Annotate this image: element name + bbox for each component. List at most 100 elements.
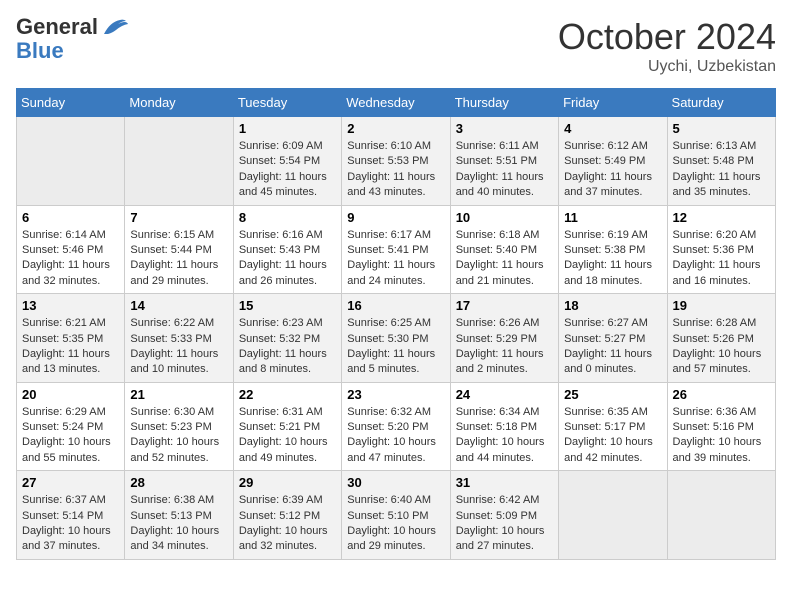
day-info: Sunrise: 6:18 AMSunset: 5:40 PMDaylight:… bbox=[456, 228, 553, 290]
day-info: Sunrise: 6:36 AMSunset: 5:16 PMDaylight:… bbox=[673, 405, 770, 467]
calendar-day-cell: 30 Sunrise: 6:40 AMSunset: 5:10 PMDayligh… bbox=[342, 471, 450, 560]
calendar-day-cell: 18 Sunrise: 6:27 AMSunset: 5:27 PMDayligh… bbox=[559, 294, 667, 383]
day-info: Sunrise: 6:34 AMSunset: 5:18 PMDaylight:… bbox=[456, 405, 553, 467]
day-info: Sunrise: 6:29 AMSunset: 5:24 PMDaylight:… bbox=[22, 405, 119, 467]
day-number: 22 bbox=[239, 387, 336, 402]
day-number: 28 bbox=[130, 475, 227, 490]
day-info: Sunrise: 6:13 AMSunset: 5:48 PMDaylight:… bbox=[673, 139, 770, 201]
calendar-week-row: 27Sunrise: 6:37 AMSunset: 5:14 PMDayligh… bbox=[17, 471, 776, 560]
calendar-day-cell: 21 Sunrise: 6:30 AMSunset: 5:23 PMDayligh… bbox=[125, 382, 233, 471]
calendar-week-row: 20 Sunrise: 6:29 AMSunset: 5:24 PMDayligh… bbox=[17, 382, 776, 471]
day-info: Sunrise: 6:22 AMSunset: 5:33 PMDaylight:… bbox=[130, 316, 227, 378]
calendar-day-cell bbox=[667, 471, 775, 560]
calendar-day-cell: 16 Sunrise: 6:25 AMSunset: 5:30 PMDayligh… bbox=[342, 294, 450, 383]
day-number: 2 bbox=[347, 121, 444, 136]
day-number: 29 bbox=[239, 475, 336, 490]
day-number: 31 bbox=[456, 475, 553, 490]
calendar-day-cell: 22 Sunrise: 6:31 AMSunset: 5:21 PMDayligh… bbox=[233, 382, 341, 471]
day-info: Sunrise: 6:35 AMSunset: 5:17 PMDaylight:… bbox=[564, 405, 661, 467]
day-info: Sunrise: 6:10 AMSunset: 5:53 PMDaylight:… bbox=[347, 139, 444, 201]
day-number: 9 bbox=[347, 210, 444, 225]
day-info: Sunrise: 6:32 AMSunset: 5:20 PMDaylight:… bbox=[347, 405, 444, 467]
calendar-day-cell bbox=[559, 471, 667, 560]
day-number: 8 bbox=[239, 210, 336, 225]
day-number: 11 bbox=[564, 210, 661, 225]
weekday-header: Monday bbox=[125, 89, 233, 117]
calendar-day-cell: 31 Sunrise: 6:42 AMSunset: 5:09 PMDayligh… bbox=[450, 471, 558, 560]
day-info: Sunrise: 6:17 AMSunset: 5:41 PMDaylight:… bbox=[347, 228, 444, 290]
calendar-day-cell: 3 Sunrise: 6:11 AMSunset: 5:51 PMDaylight… bbox=[450, 117, 558, 206]
calendar-day-cell: 5 Sunrise: 6:13 AMSunset: 5:48 PMDaylight… bbox=[667, 117, 775, 206]
calendar-day-cell: 13 Sunrise: 6:21 AMSunset: 5:35 PMDayligh… bbox=[17, 294, 125, 383]
logo: General Blue bbox=[16, 16, 128, 64]
day-info: Sunrise: 6:26 AMSunset: 5:29 PMDaylight:… bbox=[456, 316, 553, 378]
day-number: 13 bbox=[22, 298, 119, 313]
day-number: 4 bbox=[564, 121, 661, 136]
calendar-day-cell: 29Sunrise: 6:39 AMSunset: 5:12 PMDayligh… bbox=[233, 471, 341, 560]
day-number: 20 bbox=[22, 387, 119, 402]
day-info: Sunrise: 6:37 AMSunset: 5:14 PMDaylight:… bbox=[22, 493, 119, 555]
day-number: 7 bbox=[130, 210, 227, 225]
page-header: General Blue October 2024 Uychi, Uzbekis… bbox=[16, 16, 776, 76]
calendar-table: SundayMondayTuesdayWednesdayThursdayFrid… bbox=[16, 88, 776, 560]
day-info: Sunrise: 6:15 AMSunset: 5:44 PMDaylight:… bbox=[130, 228, 227, 290]
calendar-day-cell: 11Sunrise: 6:19 AMSunset: 5:38 PMDayligh… bbox=[559, 205, 667, 294]
calendar-day-cell: 19Sunrise: 6:28 AMSunset: 5:26 PMDayligh… bbox=[667, 294, 775, 383]
day-info: Sunrise: 6:14 AMSunset: 5:46 PMDaylight:… bbox=[22, 228, 119, 290]
day-info: Sunrise: 6:20 AMSunset: 5:36 PMDaylight:… bbox=[673, 228, 770, 290]
calendar-day-cell: 1 Sunrise: 6:09 AMSunset: 5:54 PMDaylight… bbox=[233, 117, 341, 206]
weekday-header: Tuesday bbox=[233, 89, 341, 117]
day-info: Sunrise: 6:21 AMSunset: 5:35 PMDaylight:… bbox=[22, 316, 119, 378]
calendar-day-cell: 14 Sunrise: 6:22 AMSunset: 5:33 PMDayligh… bbox=[125, 294, 233, 383]
day-info: Sunrise: 6:12 AMSunset: 5:49 PMDaylight:… bbox=[564, 139, 661, 201]
day-info: Sunrise: 6:09 AMSunset: 5:54 PMDaylight:… bbox=[239, 139, 336, 201]
calendar-day-cell: 23 Sunrise: 6:32 AMSunset: 5:20 PMDayligh… bbox=[342, 382, 450, 471]
calendar-day-cell: 24 Sunrise: 6:34 AMSunset: 5:18 PMDayligh… bbox=[450, 382, 558, 471]
day-info: Sunrise: 6:30 AMSunset: 5:23 PMDaylight:… bbox=[130, 405, 227, 467]
logo-general: General bbox=[16, 16, 98, 38]
day-info: Sunrise: 6:25 AMSunset: 5:30 PMDaylight:… bbox=[347, 316, 444, 378]
day-number: 15 bbox=[239, 298, 336, 313]
weekday-header: Saturday bbox=[667, 89, 775, 117]
calendar-day-cell: 7 Sunrise: 6:15 AMSunset: 5:44 PMDaylight… bbox=[125, 205, 233, 294]
location: Uychi, Uzbekistan bbox=[558, 58, 776, 76]
weekday-header: Friday bbox=[559, 89, 667, 117]
day-number: 30 bbox=[347, 475, 444, 490]
weekday-header: Thursday bbox=[450, 89, 558, 117]
calendar-day-cell bbox=[17, 117, 125, 206]
day-number: 16 bbox=[347, 298, 444, 313]
weekday-header: Wednesday bbox=[342, 89, 450, 117]
day-number: 23 bbox=[347, 387, 444, 402]
calendar-day-cell: 17Sunrise: 6:26 AMSunset: 5:29 PMDayligh… bbox=[450, 294, 558, 383]
day-info: Sunrise: 6:11 AMSunset: 5:51 PMDaylight:… bbox=[456, 139, 553, 201]
calendar-day-cell: 4 Sunrise: 6:12 AMSunset: 5:49 PMDaylight… bbox=[559, 117, 667, 206]
day-number: 26 bbox=[673, 387, 770, 402]
title-block: October 2024 Uychi, Uzbekistan bbox=[558, 16, 776, 76]
day-number: 14 bbox=[130, 298, 227, 313]
calendar-day-cell: 28Sunrise: 6:38 AMSunset: 5:13 PMDayligh… bbox=[125, 471, 233, 560]
day-number: 21 bbox=[130, 387, 227, 402]
calendar-day-cell: 26 Sunrise: 6:36 AMSunset: 5:16 PMDayligh… bbox=[667, 382, 775, 471]
calendar-day-cell: 25Sunrise: 6:35 AMSunset: 5:17 PMDayligh… bbox=[559, 382, 667, 471]
calendar-day-cell: 8 Sunrise: 6:16 AMSunset: 5:43 PMDaylight… bbox=[233, 205, 341, 294]
calendar-week-row: 1 Sunrise: 6:09 AMSunset: 5:54 PMDaylight… bbox=[17, 117, 776, 206]
day-number: 5 bbox=[673, 121, 770, 136]
logo-bird-icon bbox=[100, 16, 128, 38]
calendar-day-cell: 10Sunrise: 6:18 AMSunset: 5:40 PMDayligh… bbox=[450, 205, 558, 294]
day-info: Sunrise: 6:27 AMSunset: 5:27 PMDaylight:… bbox=[564, 316, 661, 378]
calendar-day-cell: 27Sunrise: 6:37 AMSunset: 5:14 PMDayligh… bbox=[17, 471, 125, 560]
day-number: 24 bbox=[456, 387, 553, 402]
day-info: Sunrise: 6:40 AMSunset: 5:10 PMDaylight:… bbox=[347, 493, 444, 555]
calendar-day-cell: 6Sunrise: 6:14 AMSunset: 5:46 PMDaylight… bbox=[17, 205, 125, 294]
calendar-week-row: 13 Sunrise: 6:21 AMSunset: 5:35 PMDayligh… bbox=[17, 294, 776, 383]
calendar-week-row: 6Sunrise: 6:14 AMSunset: 5:46 PMDaylight… bbox=[17, 205, 776, 294]
day-number: 12 bbox=[673, 210, 770, 225]
day-info: Sunrise: 6:16 AMSunset: 5:43 PMDaylight:… bbox=[239, 228, 336, 290]
day-number: 18 bbox=[564, 298, 661, 313]
day-number: 1 bbox=[239, 121, 336, 136]
day-info: Sunrise: 6:28 AMSunset: 5:26 PMDaylight:… bbox=[673, 316, 770, 378]
day-info: Sunrise: 6:31 AMSunset: 5:21 PMDaylight:… bbox=[239, 405, 336, 467]
day-number: 3 bbox=[456, 121, 553, 136]
month-title: October 2024 bbox=[558, 16, 776, 58]
day-info: Sunrise: 6:42 AMSunset: 5:09 PMDaylight:… bbox=[456, 493, 553, 555]
